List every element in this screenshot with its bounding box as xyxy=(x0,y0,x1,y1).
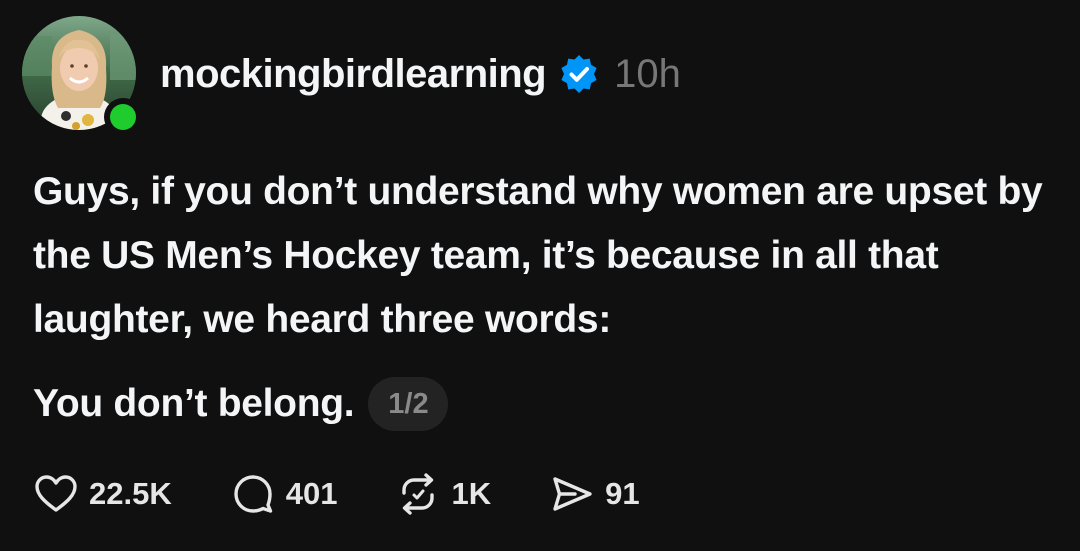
share-count: 91 xyxy=(605,476,640,511)
reply-count: 401 xyxy=(285,476,338,511)
share-button[interactable]: 91 xyxy=(549,471,640,517)
post-body-text-2: You don’t belong. xyxy=(33,382,355,425)
reply-button[interactable]: 401 xyxy=(230,471,338,517)
like-count: 22.5K xyxy=(89,476,172,511)
page-indicator-badge[interactable]: 1/2 xyxy=(368,377,449,431)
heart-icon xyxy=(35,475,77,512)
avatar-container[interactable] xyxy=(22,16,142,136)
repost-arrows-icon xyxy=(402,473,435,515)
repost-count: 1K xyxy=(451,476,492,511)
verified-badge-icon xyxy=(558,53,600,95)
paper-plane-icon xyxy=(553,477,592,511)
post-timestamp[interactable]: 10h xyxy=(614,52,681,97)
post-body-text: Guys, if you don’t understand why women … xyxy=(33,170,1043,341)
online-status-indicator xyxy=(104,98,142,136)
like-button[interactable]: 22.5K xyxy=(33,471,172,517)
post-header: mockingbirdlearning 10h xyxy=(160,48,681,100)
repost-button[interactable]: 1K xyxy=(395,471,491,517)
post-body-line-2: You don’t belong. 1/2 xyxy=(33,372,449,436)
online-dot-icon xyxy=(110,104,136,130)
post-actions-bar: 22.5K 401 1K 91 xyxy=(33,466,698,522)
speech-bubble-icon xyxy=(234,475,272,513)
username-link[interactable]: mockingbirdlearning xyxy=(160,52,547,97)
page-indicator-text: 1/2 xyxy=(388,387,429,420)
